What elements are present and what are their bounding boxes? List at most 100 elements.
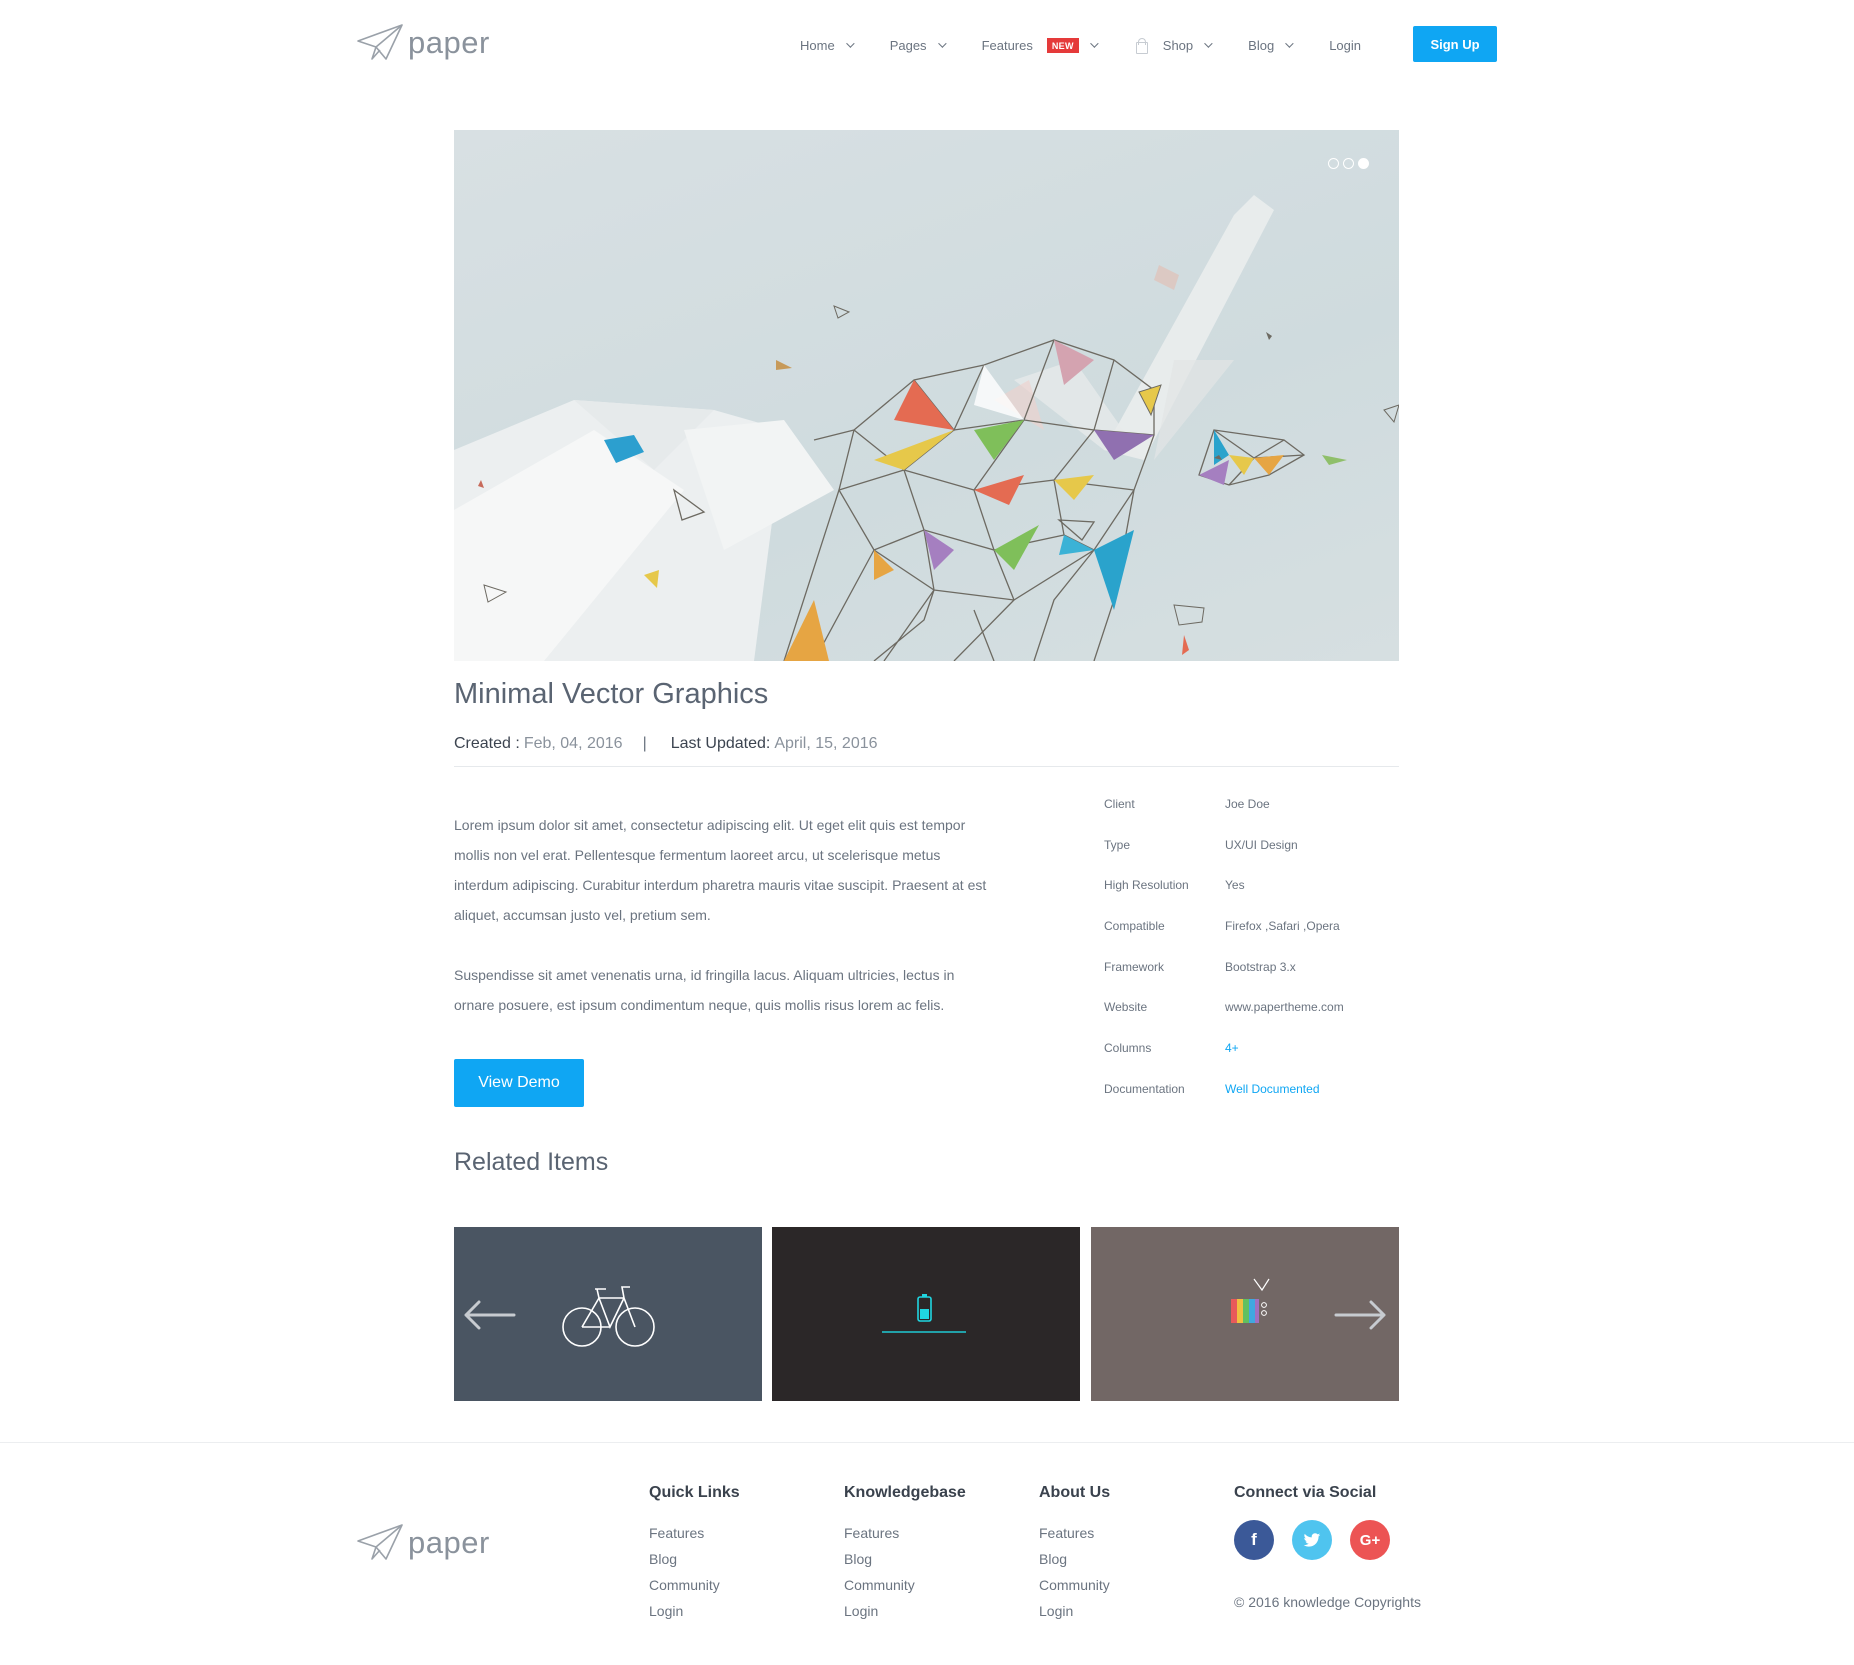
- related-item-card[interactable]: [772, 1227, 1080, 1401]
- spec-row-compatible: Compatible Firefox ,Safari ,Opera: [1104, 919, 1404, 960]
- spec-value: Joe Doe: [1225, 797, 1270, 811]
- new-badge: NEW: [1046, 37, 1079, 53]
- footer-link[interactable]: Features: [844, 1520, 966, 1546]
- nav-pages-label: Pages: [889, 37, 927, 53]
- footer-column-title: Knowledgebase: [844, 1484, 966, 1501]
- spec-value: 4+: [1225, 1041, 1239, 1056]
- chevron-down-icon: [1204, 39, 1213, 48]
- footer-column-title: Quick Links: [649, 1484, 740, 1501]
- paper-plane-icon: [357, 1524, 403, 1560]
- spec-row-website: Website www.papertheme.com: [1104, 1000, 1404, 1041]
- project-description: Lorem ipsum dolor sit amet, consectetur …: [454, 810, 994, 1020]
- spec-value: UX/UI Design: [1225, 837, 1298, 852]
- updated-date: April, 15, 2016: [774, 735, 878, 752]
- view-demo-button[interactable]: View Demo: [454, 1059, 584, 1107]
- site-header: paper Home Pages Features NEW Shop Blog …: [0, 0, 1854, 90]
- brand-logo[interactable]: paper: [356, 23, 490, 63]
- description-paragraph: Lorem ipsum dolor sit amet, consectetur …: [454, 817, 987, 923]
- related-items-title: Related Items: [454, 1148, 609, 1176]
- shopping-bag-icon: [1134, 37, 1148, 54]
- twitter-icon[interactable]: [1292, 1520, 1332, 1560]
- sign-up-button[interactable]: Sign Up: [1413, 26, 1497, 62]
- spec-row-type: Type UX/UI Design: [1104, 838, 1404, 879]
- footer-link[interactable]: Blog: [844, 1546, 966, 1572]
- footer-about-us: About Us Features Blog Community Login: [1039, 1484, 1110, 1624]
- spec-value: Yes: [1225, 878, 1245, 893]
- created-date: Feb, 04, 2016: [523, 735, 623, 752]
- slider-dot-active[interactable]: [1358, 158, 1369, 169]
- spec-row-columns: Columns 4+: [1104, 1041, 1404, 1082]
- nav-blog[interactable]: Blog: [1248, 37, 1294, 53]
- footer-link[interactable]: Community: [1039, 1572, 1110, 1598]
- divider: [454, 766, 1399, 767]
- nav-shop[interactable]: Shop: [1134, 37, 1213, 54]
- footer-social: Connect via Social f G+ © 2016 knowledge…: [1234, 1484, 1421, 1610]
- nav-features-label: Features: [981, 37, 1033, 53]
- nav-login-label: Login: [1329, 37, 1361, 53]
- paper-plane-icon: [357, 24, 403, 60]
- rocket-polygon-illustration: [454, 195, 1399, 661]
- twitter-bird-icon: [1303, 1532, 1321, 1547]
- slider-dots: [1328, 158, 1369, 169]
- spec-row-documentation: Documentation Well Documented: [1104, 1082, 1404, 1123]
- meta-separator: |: [642, 735, 647, 752]
- footer-quick-links: Quick Links Features Blog Community Logi…: [649, 1484, 740, 1624]
- nav-pages[interactable]: Pages: [889, 37, 947, 53]
- spec-label: Columns: [1104, 1041, 1152, 1056]
- footer-link[interactable]: Community: [649, 1572, 740, 1598]
- spec-label: Framework: [1104, 959, 1165, 974]
- brand-name: paper: [408, 25, 490, 60]
- footer-link[interactable]: Login: [844, 1598, 966, 1624]
- footer-column-title: About Us: [1039, 1484, 1111, 1501]
- project-specs: Client Joe Doe Type UX/UI Design High Re…: [1104, 797, 1404, 1123]
- facebook-icon[interactable]: f: [1234, 1520, 1274, 1560]
- spec-label: Compatible: [1104, 919, 1165, 934]
- footer-link[interactable]: Login: [649, 1598, 740, 1624]
- nav-shop-label: Shop: [1162, 37, 1194, 53]
- nav-features[interactable]: Features NEW: [981, 37, 1099, 53]
- google-plus-icon[interactable]: G+: [1350, 1520, 1390, 1560]
- spec-label: Client: [1104, 797, 1135, 811]
- footer-link[interactable]: Login: [1039, 1598, 1110, 1624]
- created-label: Created :: [454, 735, 520, 752]
- chevron-down-icon: [1089, 39, 1099, 48]
- spec-label: Documentation: [1104, 1081, 1185, 1096]
- battery-icon: [882, 1294, 966, 1333]
- chevron-down-icon: [1285, 39, 1294, 48]
- arrow-right-icon[interactable]: [1334, 1300, 1388, 1330]
- arrow-left-icon[interactable]: [462, 1300, 516, 1330]
- spec-row-client: Client Joe Doe: [1104, 797, 1404, 838]
- slider-dot[interactable]: [1343, 158, 1354, 169]
- footer-knowledgebase: Knowledgebase Features Blog Community Lo…: [844, 1484, 966, 1624]
- updated-label: Last Updated:: [670, 735, 771, 752]
- spec-label: Website: [1104, 1000, 1148, 1015]
- footer-column-title: Connect via Social: [1234, 1484, 1377, 1501]
- chevron-down-icon: [937, 39, 947, 48]
- footer-logo[interactable]: paper: [356, 1523, 490, 1563]
- footer-link[interactable]: Community: [844, 1572, 966, 1598]
- description-paragraph: Suspendisse sit amet venenatis urna, id …: [454, 967, 955, 1013]
- brand-name: paper: [408, 1525, 490, 1560]
- footer-link[interactable]: Blog: [1039, 1546, 1110, 1572]
- hero-slider[interactable]: [454, 130, 1399, 661]
- spec-value: Firefox ,Safari ,Opera: [1225, 919, 1340, 934]
- social-buttons: f G+: [1234, 1520, 1421, 1560]
- spec-row-framework: Framework Bootstrap 3.x: [1104, 960, 1404, 1001]
- nav-home-label: Home: [800, 37, 835, 53]
- nav-login[interactable]: Login: [1329, 38, 1361, 53]
- spec-value: Bootstrap 3.x: [1225, 959, 1296, 974]
- footer-link[interactable]: Features: [649, 1520, 740, 1546]
- spec-label: High Resolution: [1104, 878, 1189, 893]
- main-nav: Home Pages Features NEW Shop Blog Login: [800, 25, 1399, 65]
- documentation-link[interactable]: Well Documented: [1225, 1082, 1320, 1096]
- nav-blog-label: Blog: [1248, 37, 1275, 53]
- project-title: Minimal Vector Graphics: [454, 678, 769, 710]
- copyright-text: © 2016 knowledge Copyrights: [1234, 1594, 1421, 1610]
- footer-divider: [0, 1442, 1854, 1443]
- footer-link[interactable]: Blog: [649, 1546, 740, 1572]
- project-meta: Created : Feb, 04, 2016 | Last Updated: …: [454, 735, 878, 753]
- nav-home[interactable]: Home: [800, 37, 855, 53]
- slider-dot[interactable]: [1328, 158, 1339, 169]
- spec-value: www.papertheme.com: [1225, 1000, 1344, 1015]
- footer-link[interactable]: Features: [1039, 1520, 1110, 1546]
